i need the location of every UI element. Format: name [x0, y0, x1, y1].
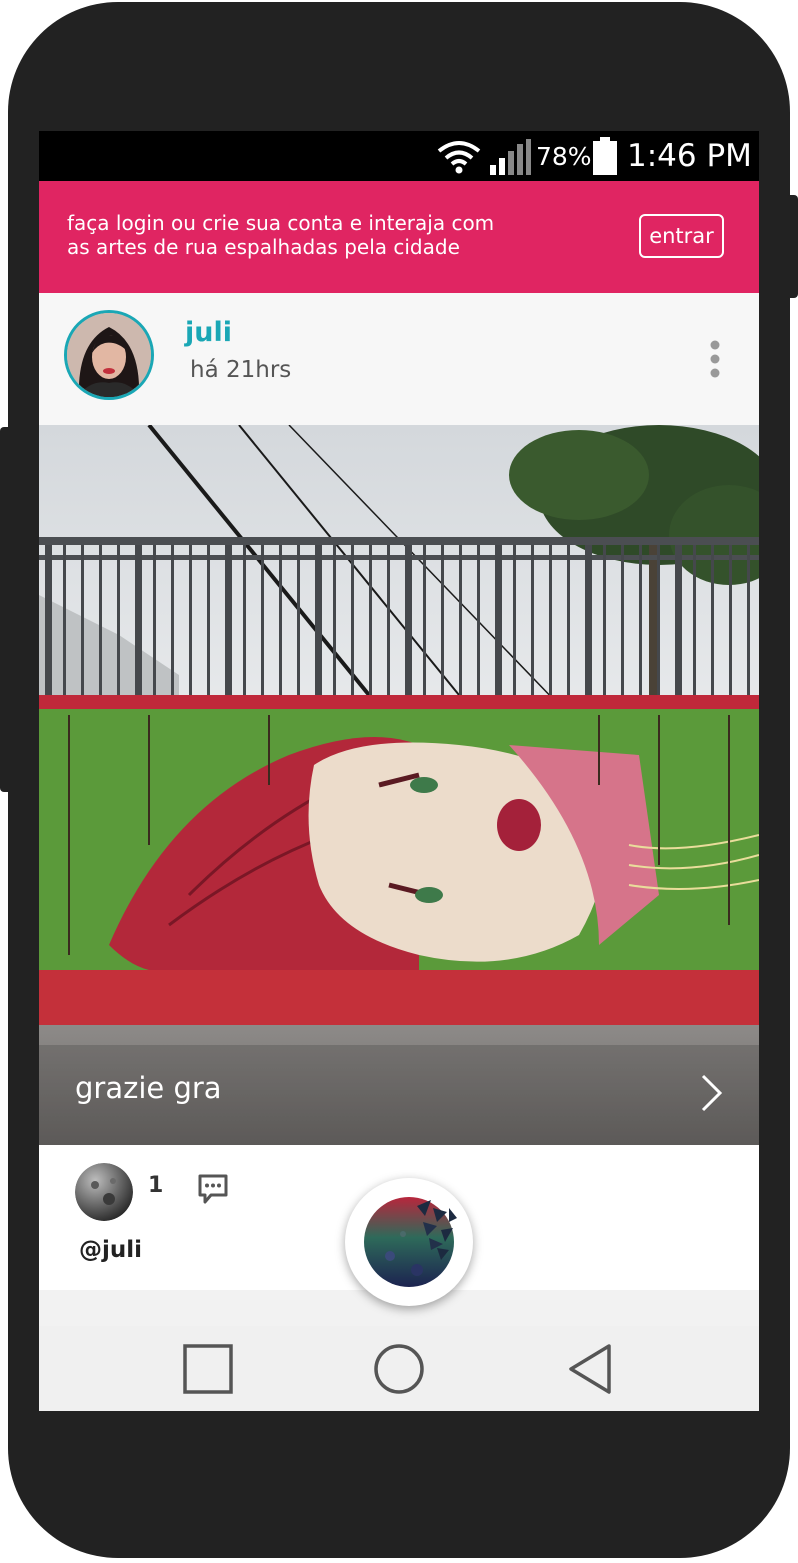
- image-caption: grazie gra: [75, 1071, 222, 1105]
- back-icon[interactable]: [563, 1342, 617, 1396]
- battery-icon: [593, 137, 617, 175]
- chevron-right-icon[interactable]: [699, 1073, 725, 1113]
- status-bar: 78% 1:46 PM: [39, 131, 759, 181]
- more-options-icon[interactable]: [707, 339, 723, 379]
- navigation-bar: [39, 1326, 759, 1411]
- author-name[interactable]: juli: [185, 317, 232, 348]
- battery-percent: 78%: [536, 141, 592, 171]
- author-avatar[interactable]: [64, 310, 154, 400]
- screen: 78% 1:46 PM faça login ou crie sua conta…: [39, 131, 759, 1411]
- enter-button[interactable]: entrar: [639, 214, 724, 258]
- like-count: 1: [148, 1173, 164, 1198]
- home-icon[interactable]: [372, 1342, 426, 1396]
- author-handle[interactable]: @juli: [79, 1237, 142, 1263]
- street-art-image[interactable]: grazie gra: [39, 425, 759, 1145]
- comment-icon[interactable]: [197, 1173, 229, 1205]
- power-button: [786, 195, 798, 298]
- post-header: juli há 21hrs: [39, 293, 759, 425]
- login-banner: faça login ou crie sua conta e interaja …: [39, 181, 759, 293]
- wifi-icon: [437, 141, 481, 174]
- post-timestamp: há 21hrs: [190, 357, 292, 383]
- signal-icon: [490, 139, 531, 175]
- liker-avatar[interactable]: [75, 1163, 133, 1221]
- volume-button: [0, 427, 12, 792]
- clock: 1:46 PM: [627, 138, 752, 174]
- recents-icon[interactable]: [181, 1342, 235, 1396]
- banner-message: faça login ou crie sua conta e interaja …: [67, 211, 495, 259]
- app-logo-button[interactable]: [345, 1178, 473, 1306]
